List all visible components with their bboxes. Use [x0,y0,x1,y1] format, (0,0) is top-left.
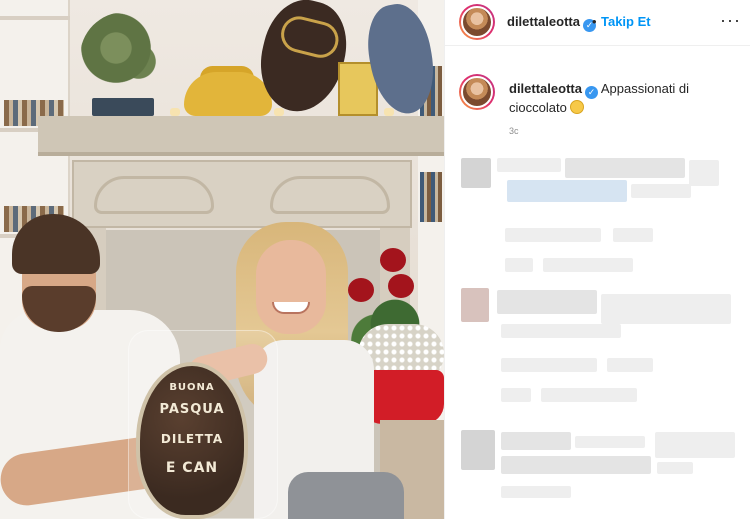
woman-pants [288,472,404,519]
blurred-text [501,486,571,498]
blurred-text [505,258,533,272]
yellow-tureen [184,72,272,116]
egg-text-line: PASQUA [159,402,225,417]
blurred-text [497,158,561,172]
post-side-panel: dilettaleotta ✓ • Takip Et ··· dilettaleo… [444,0,750,519]
blurred-text [575,436,645,448]
blurred-text [501,358,597,372]
post-time: 3c [509,126,519,136]
candle [384,108,394,116]
header-username[interactable]: dilettaleotta ✓ [507,14,596,32]
more-options-icon[interactable]: ··· [720,10,741,31]
frieze-scroll [94,176,214,214]
separator-dot: • [592,14,597,29]
candle [170,108,180,116]
blurred-text [501,432,571,450]
face-with-hand-over-mouth-icon [570,100,585,114]
username-text[interactable]: dilettaleotta [507,14,580,29]
woman-face [256,240,326,334]
post-photo[interactable]: BUONA PASQUA DILETTA E CAN [0,0,444,519]
egg-text-line: DILETTA [160,432,224,446]
blurred-text [613,228,653,242]
blurred-text [501,388,531,402]
man-hair [12,214,100,274]
plant-pot [92,98,154,116]
blurred-text [565,158,685,178]
avatar-image [461,6,493,38]
blurred-avatar [461,288,489,322]
avatar-image [461,76,493,108]
blurred-text [541,388,637,402]
books [420,172,442,222]
follow-button[interactable]: Takip Et [601,14,651,29]
blurred-text [507,180,627,202]
blurred-text [497,290,597,314]
blurred-text [689,160,719,186]
blurred-text [501,456,651,474]
blurred-text [655,432,735,458]
blurred-text [657,462,693,474]
post-header: dilettaleotta ✓ • Takip Et ··· [445,0,750,46]
blurred-avatar [461,430,495,470]
blurred-text [505,228,601,242]
verified-badge-icon: ✓ [584,86,598,99]
candle [274,108,284,116]
giant-chocolate-egg: BUONA PASQUA DILETTA E CAN [136,362,248,519]
caption-avatar[interactable] [459,74,495,110]
blurred-text [543,258,633,272]
frieze-scroll [270,176,390,214]
fireplace-mantel [38,116,444,156]
shelf-board [0,16,70,20]
egg-text-line: E CAN [165,460,219,476]
avatar[interactable] [459,4,495,40]
blurred-text [601,294,731,324]
blurred-text [501,324,621,338]
caption-username[interactable]: dilettaleotta [509,81,582,96]
egg-text-line: BUONA [169,382,215,393]
blurred-text [631,184,691,198]
plant [80,12,170,102]
blurred-avatar [461,158,491,188]
woman-smile [272,302,310,314]
blurred-text [607,358,653,372]
post-caption: dilettaleotta ✓ Appassionati di cioccolat… [509,80,739,116]
